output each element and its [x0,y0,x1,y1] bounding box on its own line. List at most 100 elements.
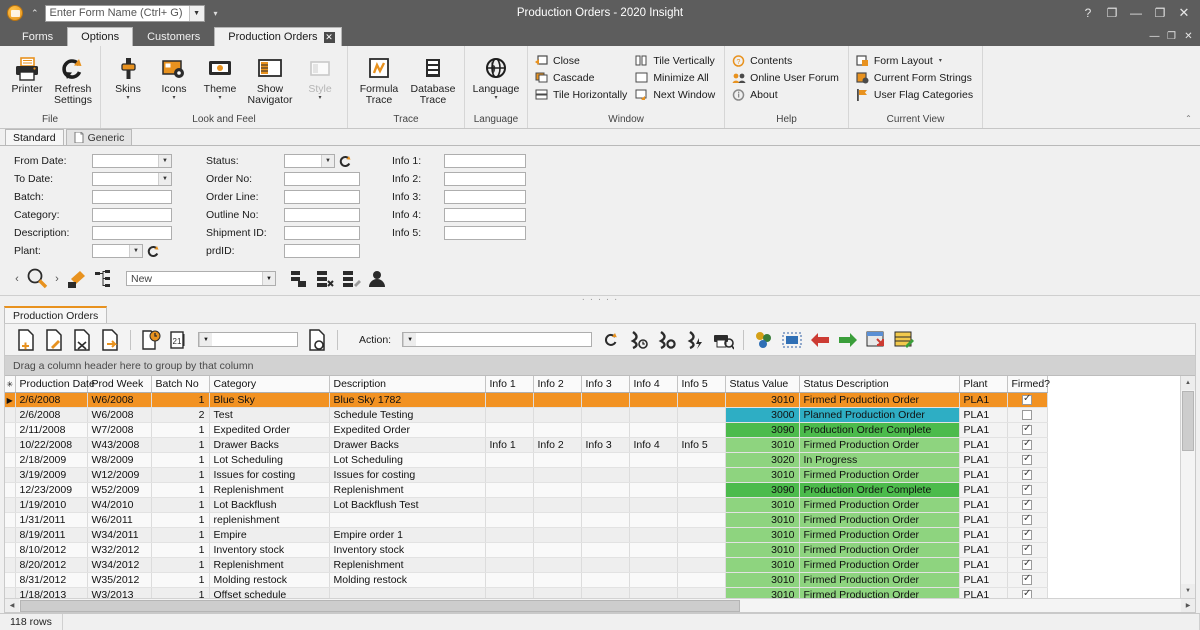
checkbox-icon[interactable] [1022,468,1032,481]
column-info-1[interactable]: Info 1 [485,376,534,393]
cell-firmed[interactable] [1007,452,1048,468]
tab-customers[interactable]: Customers [133,27,214,46]
chevron-down-icon[interactable]: ▾ [126,95,129,101]
cell-firmed[interactable] [1007,437,1048,453]
run-flash-icon[interactable] [682,327,708,353]
splitter-handle[interactable]: · · · · · [0,295,1200,306]
cell-firmed[interactable] [1007,557,1048,573]
table-row[interactable]: 1/31/2011 W6/2011 1 replenishment 3010 Firmed… [5,512,1048,528]
chevron-down-icon[interactable]: ▾ [172,95,175,101]
grid-horizontal-scrollbar[interactable]: ◀ ▶ [5,598,1195,612]
run-gear-icon[interactable] [654,327,680,353]
column-production-date[interactable]: Production Date [15,376,95,393]
checkbox-icon[interactable] [1022,483,1032,496]
table-row[interactable]: 10/22/2008 W43/2008 1 Drawer Backs Drawer Ba… [5,437,1048,453]
contents-button[interactable]: ? Contents [729,52,844,69]
skins-button[interactable]: Skins ▾ [105,50,151,101]
table-row[interactable]: 8/31/2012 W35/2012 1 Molding restock Molding… [5,572,1048,588]
collapse-ribbon-icon[interactable]: ⌃ [1182,112,1195,125]
table-row[interactable]: ▶ 2/6/2008 W6/2008 1 Blue Sky Blue Sky 1782 30… [5,392,1048,408]
checkbox-icon[interactable] [1022,588,1032,598]
minimize-button[interactable]: — [1124,2,1148,24]
cell-firmed[interactable] [1007,407,1048,423]
order-no-input[interactable] [284,172,360,186]
checkbox-icon[interactable] [1022,573,1032,586]
cell-firmed[interactable] [1007,467,1048,483]
minimize-all-button[interactable]: Minimize All [632,69,720,86]
description-input[interactable] [92,226,172,240]
column-plant[interactable]: Plant [959,376,1008,393]
search-magnifier-icon[interactable] [24,266,50,292]
group-by-bar[interactable]: Drag a column header here to group by th… [5,356,1195,376]
next-window-button[interactable]: Next Window [632,86,720,103]
chevron-down-icon[interactable]: ▼ [262,272,275,285]
icons-button[interactable]: Icons ▾ [151,50,197,101]
chevron-up-icon[interactable]: ⌃ [31,8,39,19]
records-delete-icon[interactable] [312,266,338,292]
action-select[interactable]: ▼ [402,332,593,347]
user-records-icon[interactable] [364,266,390,292]
checkbox-icon[interactable] [1022,543,1032,556]
tab-options[interactable]: Options [67,27,134,46]
to-date-input[interactable]: ▼ [92,172,172,186]
chevron-down-icon[interactable]: ▼ [199,333,212,346]
checkbox-icon[interactable] [1022,513,1032,526]
tab-production-orders[interactable]: Production Orders ✕ [214,27,342,46]
cell-firmed[interactable] [1007,392,1048,408]
edit-grid-icon[interactable] [891,327,917,353]
chevron-down-icon[interactable]: ▼ [321,155,334,167]
chevron-down-icon[interactable]: ▾ [218,95,221,101]
tile-horizontally-button[interactable]: Tile Horizontally [532,86,632,103]
help-button[interactable]: ? [1076,2,1100,24]
tab-forms[interactable]: Forms [8,27,67,46]
column-batch-no[interactable]: Batch No [151,376,210,393]
cell-firmed[interactable] [1007,497,1048,513]
document-tab-production-orders[interactable]: Production Orders [4,306,108,323]
chevron-down-icon[interactable]: ▾ [494,95,497,101]
checkbox-icon[interactable] [1022,393,1032,406]
mdi-close-button[interactable]: ✕ [1180,28,1197,44]
online-user-forum-button[interactable]: Online User Forum [729,69,844,86]
plant-refresh-icon[interactable] [147,245,160,258]
mdi-minimize-button[interactable]: — [1146,28,1163,44]
column-status-value[interactable]: Status Value [725,376,800,393]
close-icon[interactable]: ✕ [323,31,335,43]
scroll-right-button[interactable]: ▶ [1181,599,1195,612]
vscroll-track[interactable] [1181,390,1195,584]
cell-firmed[interactable] [1007,482,1048,498]
document-clock-icon[interactable] [138,327,164,353]
close-window-button[interactable]: Close [532,52,632,69]
table-row[interactable]: 2/18/2009 W8/2009 1 Lot Scheduling Lot Sched… [5,452,1048,468]
status-input[interactable]: ▼ [284,154,335,168]
document-filter-select[interactable]: ▼ [198,332,298,347]
info-4-input[interactable] [444,208,526,222]
records-add-icon[interactable] [286,266,312,292]
plant-input[interactable]: ▼ [92,244,143,258]
chevron-down-icon[interactable]: ▼ [403,333,417,346]
column-description[interactable]: Description [329,376,486,393]
prev-record-button[interactable]: ‹ [10,273,24,285]
table-row[interactable]: 3/19/2009 W12/2009 1 Issues for costing Issu… [5,467,1048,483]
printer-button[interactable]: Printer [4,50,50,95]
column-info-2[interactable]: Info 2 [533,376,582,393]
document-search-icon[interactable] [304,327,330,353]
cascade-button[interactable]: Cascade [532,69,632,86]
grid-vertical-scrollbar[interactable]: ▲ ▼ [1180,376,1195,598]
paint-brush-icon[interactable] [64,266,90,292]
checkbox-icon[interactable] [1022,498,1032,511]
table-row[interactable]: 8/10/2012 W32/2012 1 Inventory stock Invento… [5,542,1048,558]
export-green-icon[interactable] [835,327,861,353]
document-sequence-icon[interactable]: 21 [166,327,192,353]
info-2-input[interactable] [444,172,526,186]
column-category[interactable]: Category [209,376,330,393]
info-1-input[interactable] [444,154,526,168]
column-info-3[interactable]: Info 3 [581,376,630,393]
chevron-down-icon[interactable]: ▾ [939,58,942,64]
hierarchy-icon[interactable] [90,266,116,292]
checkbox-icon[interactable] [1022,558,1032,571]
theme-button[interactable]: Theme ▾ [197,50,243,101]
outline-no-input[interactable] [284,208,360,222]
next-record-button[interactable]: › [50,273,64,285]
view-select[interactable]: New ▼ [126,271,276,286]
cell-firmed[interactable] [1007,587,1048,598]
